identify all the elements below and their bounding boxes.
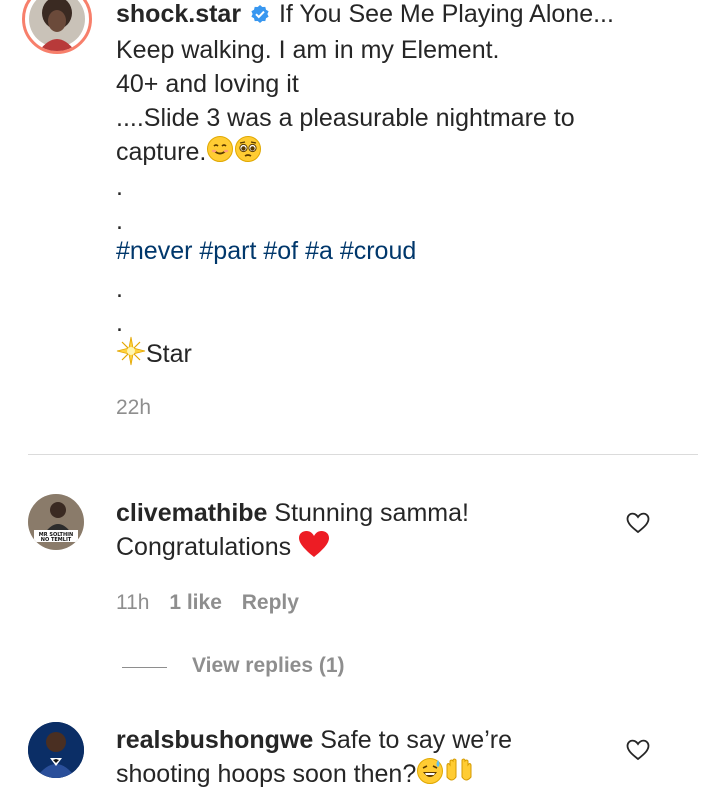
svg-text:NO TEMLIT: NO TEMLIT <box>41 537 72 543</box>
view-replies-button[interactable]: View replies (1) <box>192 654 345 678</box>
pleading-face-icon <box>234 135 262 172</box>
view-replies-label: View replies (1) <box>192 654 345 677</box>
caption-dot-1: . <box>116 173 123 201</box>
caption-line-1: If You See Me Playing Alone... <box>278 0 614 28</box>
comment-body: clivemathibe Stunning samma! Congratulat… <box>116 496 596 567</box>
comment-text-line-1: Safe to say we’re <box>320 726 512 754</box>
hashtag-link[interactable]: #never <box>116 237 192 265</box>
commenter-avatar[interactable]: MR SOLTHIN NO TEMLIT <box>28 494 84 550</box>
avatar-photo <box>29 0 85 51</box>
comment-text-line-1: Stunning samma! <box>274 499 469 527</box>
comment-timestamp: 11h <box>116 591 150 614</box>
comment-username[interactable]: realsbushongwe <box>116 726 313 754</box>
verified-badge-icon <box>250 0 270 33</box>
comment-second-line: Congratulations <box>116 530 596 567</box>
comment-second-line: shooting hoops soon then? <box>116 757 596 794</box>
caption-dot-3: . <box>116 275 123 303</box>
comment-text-line-2: shooting hoops soon then? <box>116 760 417 789</box>
hashtag-link[interactable]: #of <box>263 237 298 265</box>
post-caption: shock.star If You See Me Playing Alone..… <box>116 0 696 172</box>
caption-line-3: 40+ and loving it <box>116 70 299 98</box>
commenter-avatar[interactable] <box>28 722 84 778</box>
post-timestamp: 22h <box>116 396 152 419</box>
caption-dot-4: . <box>116 309 123 337</box>
post-author-avatar[interactable] <box>22 0 92 54</box>
comment-first-line: clivemathibe Stunning samma! <box>116 496 596 530</box>
smiling-face-icon <box>206 135 234 172</box>
avatar-photo <box>28 722 84 778</box>
grinning-sweat-face-icon <box>416 757 444 794</box>
view-replies-line <box>122 667 167 668</box>
comment-meta-row: 11h 1 like Reply <box>116 591 299 615</box>
comment-text-line-2: Congratulations <box>116 533 292 562</box>
avatar-photo: MR SOLTHIN NO TEMLIT <box>28 494 84 550</box>
hashtag-link[interactable]: #part <box>199 237 256 265</box>
signature-text: Star <box>146 340 192 368</box>
reply-button[interactable]: Reply <box>242 591 299 614</box>
raising-hands-icon <box>444 757 474 794</box>
hashtag-link[interactable]: #croud <box>340 237 416 265</box>
comment-likes-count[interactable]: 1 like <box>169 591 222 614</box>
like-comment-heart-icon[interactable] <box>626 739 650 766</box>
post-username[interactable]: shock.star <box>116 0 241 28</box>
caption-dot-2: . <box>116 207 123 235</box>
caption-first-line: shock.star If You See Me Playing Alone..… <box>116 0 696 33</box>
red-heart-icon <box>298 530 330 567</box>
comment-body: realsbushongwe Safe to say we’re shootin… <box>116 723 596 794</box>
hashtags-row: #never #part #of #a #croud <box>116 234 416 268</box>
section-divider <box>28 454 698 455</box>
like-comment-heart-icon[interactable] <box>626 512 650 539</box>
caption-line-4: ....Slide 3 was a pleasurable nightmare … <box>116 104 575 132</box>
caption-line-2: Keep walking. I am in my Element. <box>116 36 500 64</box>
comment-username[interactable]: clivemathibe <box>116 499 267 527</box>
signature-row: Star <box>116 336 192 375</box>
caption-line-5-row: capture. <box>116 135 696 172</box>
caption-line-5: capture. <box>116 138 207 167</box>
comment-first-line: realsbushongwe Safe to say we’re <box>116 723 596 757</box>
hashtag-link[interactable]: #a <box>305 237 333 265</box>
sparkle-star-icon <box>116 336 146 375</box>
